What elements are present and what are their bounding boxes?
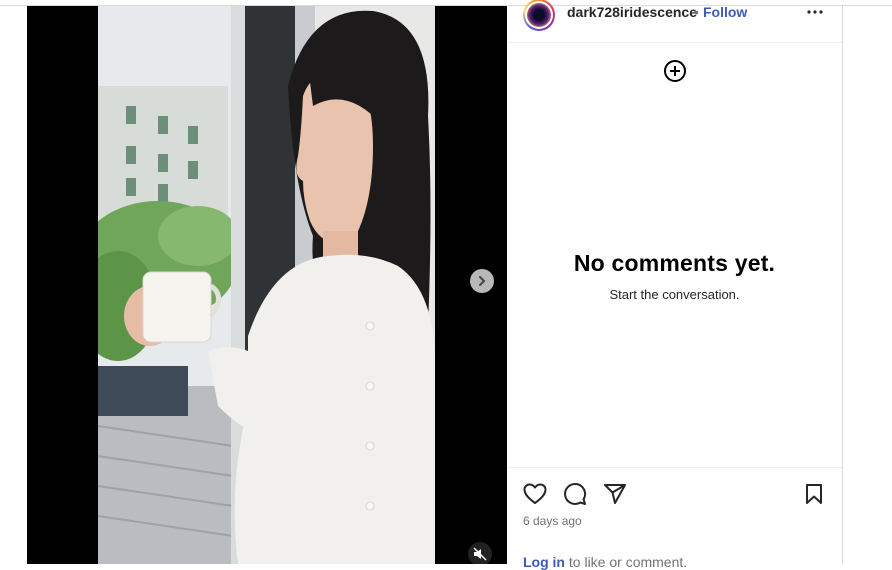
login-suffix: to like or comment.	[565, 554, 688, 570]
photo-illustration	[98, 6, 435, 564]
post-side-panel: dark728iridescence • Follow No comments …	[507, 0, 843, 570]
chevron-right-icon	[479, 276, 486, 286]
send-icon	[604, 484, 626, 504]
share-button[interactable]	[602, 481, 628, 507]
username-link[interactable]: dark728iridescence	[567, 5, 697, 19]
media-viewer	[27, 6, 507, 564]
avatar-ring	[525, 1, 553, 29]
avatar[interactable]	[523, 0, 555, 31]
comment-icon	[564, 483, 587, 505]
add-comment-button[interactable]	[663, 59, 687, 83]
login-link[interactable]: Log in	[523, 554, 565, 570]
avatar-image	[527, 3, 551, 27]
bookmark-icon	[806, 484, 822, 504]
more-horizontal-icon	[807, 10, 823, 14]
post-photo[interactable]	[98, 6, 435, 564]
follow-button[interactable]: Follow	[703, 5, 747, 19]
mute-toggle-button[interactable]	[468, 542, 492, 564]
post-timestamp: 6 days ago	[523, 514, 582, 528]
more-options-button[interactable]	[803, 0, 827, 24]
empty-comments-title: No comments yet.	[573, 250, 776, 276]
separator-dot: •	[694, 4, 699, 20]
heart-icon	[523, 483, 547, 504]
login-prompt: Log in to like or comment.	[523, 554, 687, 570]
save-button[interactable]	[801, 481, 827, 507]
post-header: dark728iridescence • Follow	[507, 0, 842, 43]
plus-circle-icon	[664, 60, 686, 82]
empty-comments-subtitle: Start the conversation.	[609, 287, 740, 302]
actions-divider	[507, 467, 842, 468]
comment-button[interactable]	[562, 481, 588, 507]
speaker-muted-icon	[473, 547, 487, 561]
like-button[interactable]	[522, 481, 548, 507]
next-media-button[interactable]	[470, 269, 494, 293]
